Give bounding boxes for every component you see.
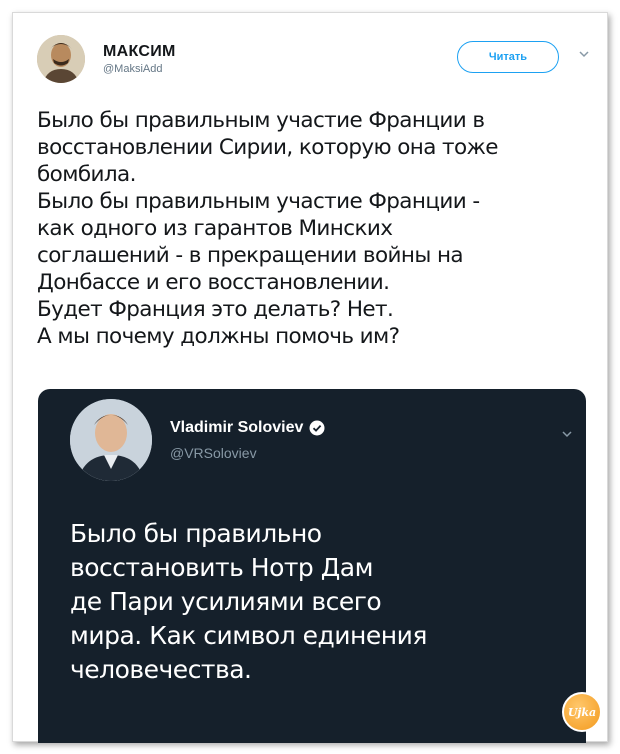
quoted-line: Было бы правильно <box>70 519 322 548</box>
quoted-author-name-row: Vladimir Soloviev <box>170 419 325 437</box>
author-avatar[interactable] <box>37 35 85 83</box>
quoted-tweet-card[interactable]: Vladimir Soloviev @VRSoloviev Было бы пр… <box>38 389 586 743</box>
tweet-line: бомбила. <box>37 162 136 187</box>
tweet-line: как одного из гарантов Минских <box>37 216 393 241</box>
author-avatar-illustration <box>37 35 85 83</box>
quoted-author-name[interactable]: Vladimir Soloviev <box>170 419 303 437</box>
quoted-line: мира. Как символ единения <box>70 621 427 650</box>
author-handle[interactable]: @MaksiAdd <box>103 63 162 75</box>
quoted-tweet-text: Было бы правильно восстановить Нотр Дам … <box>70 517 550 687</box>
author-name[interactable]: МАКСИМ <box>103 43 176 61</box>
site-watermark-logo: Ujka <box>562 692 602 732</box>
quoted-line: человечества. <box>70 655 252 684</box>
tweet-text: Было бы правильным участие Франции в вос… <box>37 107 593 350</box>
quoted-line: де Пари усилиями всего <box>70 587 382 616</box>
tweet-line: А мы почему должны помочь им? <box>37 324 400 349</box>
verified-badge-icon <box>309 420 325 436</box>
screenshot-frame: МАКСИМ @MaksiAdd Читать Было бы правильн… <box>12 12 608 743</box>
tweet-line: Будет Франция это делать? Нет. <box>37 297 394 322</box>
tweet-line: Было бы правильным участие Франции - <box>37 189 480 214</box>
quoted-avatar-illustration <box>70 399 152 481</box>
tweet-header: МАКСИМ @MaksiAdd Читать <box>37 35 597 95</box>
chevron-down-icon[interactable] <box>560 427 574 441</box>
tweet-line: восстановлении Сирии, которую она тоже <box>37 135 499 160</box>
quoted-author-handle[interactable]: @VRSoloviev <box>170 445 257 461</box>
tweet-line: Было бы правильным участие Франции в <box>37 108 485 133</box>
chevron-down-icon[interactable] <box>577 47 591 61</box>
watermark-text: Ujka <box>567 705 597 719</box>
quoted-line: восстановить Нотр Дам <box>70 553 373 582</box>
quoted-author-avatar[interactable] <box>70 399 152 481</box>
tweet-line: Донбассе и его восстановлении. <box>37 270 390 295</box>
follow-button[interactable]: Читать <box>457 41 559 73</box>
tweet-line: соглашений - в прекращении войны на <box>37 243 464 268</box>
